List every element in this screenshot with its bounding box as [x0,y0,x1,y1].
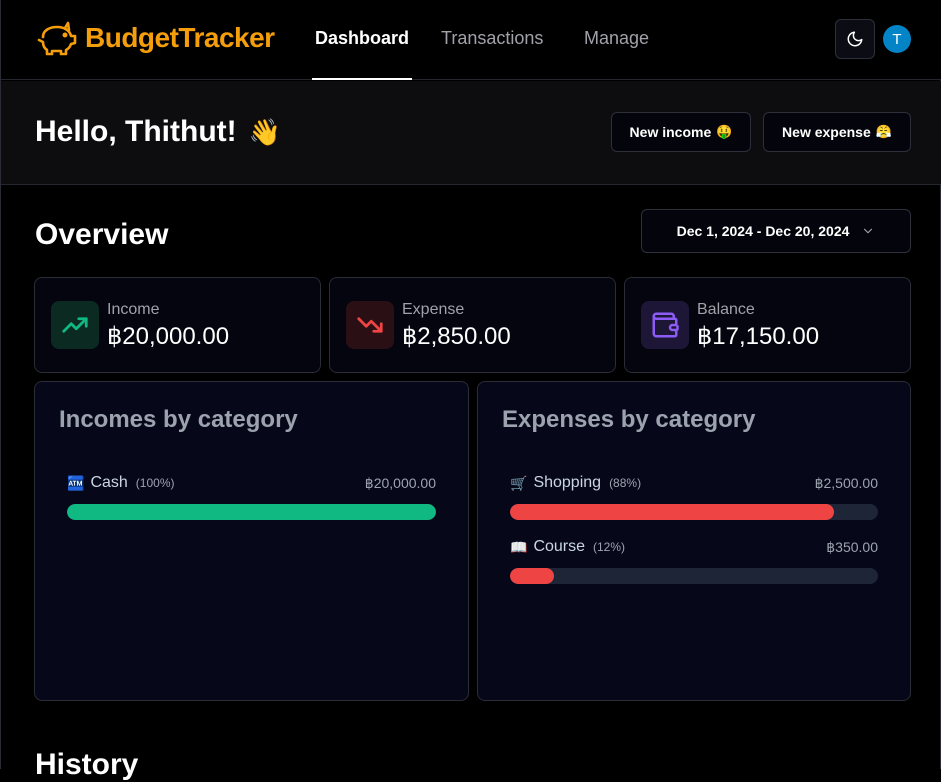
money-face-emoji: 🤑 [716,124,733,139]
atm-emoji: 🏧 [67,474,85,491]
income-category-row: 🏧 Cash (100%) ฿20,000.00 [67,472,436,522]
date-range-picker[interactable]: Dec 1, 2024 - Dec 20, 2024 [641,209,911,253]
incomes-by-category-title: Incomes by category [59,406,298,433]
expense-label: Expense [402,301,465,318]
date-range-text: Dec 1, 2024 - Dec 20, 2024 [676,223,850,239]
active-nav-indicator [312,78,412,80]
income-label: Income [107,301,160,318]
expense-icon-box [346,301,394,349]
category-name: 📖 Course (12%) [510,538,625,556]
category-progress-track [510,568,878,584]
wallet-icon [652,312,679,338]
incomes-by-category-card: Incomes by category 🏧 Cash (100%) ฿20,00… [34,381,469,701]
new-income-button[interactable]: New income 🤑 [611,112,751,152]
category-label: Course [533,538,586,555]
category-name: 🏧 Cash (100%) [67,474,174,492]
app-frame: BudgetTracker Dashboard Transactions Man… [0,0,941,781]
expenses-by-category-card: Expenses by category 🛒 Shopping (88%) ฿2… [477,381,911,701]
balance-icon-box [641,301,689,349]
category-progress-track [67,504,436,520]
overview-title: Overview [35,218,169,251]
nav-dashboard[interactable]: Dashboard [315,28,409,49]
piggy-bank-icon [37,21,77,56]
nav-manage[interactable]: Manage [584,28,649,49]
expense-category-row: 📖 Course (12%) ฿350.00 [510,536,878,586]
trending-up-icon [62,317,88,333]
expense-value: ฿2,850.00 [402,323,511,350]
income-value: ฿20,000.00 [107,323,230,350]
category-percent: (12%) [593,540,626,554]
waving-hand-emoji: 👋 [248,116,281,147]
balance-value: ฿17,150.00 [697,323,820,350]
greeting-text: Hello, Thithut! [35,115,237,148]
income-stat-card: Income ฿20,000.00 [34,277,321,373]
category-label: Shopping [533,474,602,491]
chevron-down-icon [864,228,873,234]
expense-category-row: 🛒 Shopping (88%) ฿2,500.00 [510,472,878,522]
category-progress-fill [510,504,834,520]
open-book-emoji: 📖 [510,538,528,555]
steam-face-emoji: 😤 [875,124,892,139]
balance-label: Balance [697,301,755,318]
category-progress-fill [67,504,436,520]
new-expense-button[interactable]: New expense 😤 [763,112,911,152]
top-navbar: BudgetTracker Dashboard Transactions Man… [1,0,941,80]
brand-logo[interactable]: BudgetTracker [35,20,275,56]
greeting-heading: Hello, Thithut! 👋 [35,115,281,149]
category-amount: ฿2,500.00 [814,474,878,491]
category-progress-track [510,504,878,520]
category-amount: ฿20,000.00 [364,474,436,491]
income-icon-box [51,301,99,349]
brand-name: BudgetTracker [85,22,275,53]
expenses-by-category-title: Expenses by category [502,406,756,433]
greeting-bar: Hello, Thithut! 👋 New income 🤑 New expen… [1,81,941,185]
user-avatar[interactable]: T [883,25,911,53]
category-progress-fill [510,568,555,584]
trending-down-icon [357,317,383,333]
category-label: Cash [90,474,128,491]
category-percent: (88%) [609,476,642,490]
category-amount: ฿350.00 [826,538,878,555]
nav-transactions[interactable]: Transactions [441,28,543,49]
new-expense-label: New expense [782,124,871,140]
moon-icon [847,31,863,47]
category-percent: (100%) [135,476,175,490]
theme-toggle-button[interactable] [835,19,875,59]
expense-stat-card: Expense ฿2,850.00 [329,277,616,373]
history-title: History [35,748,139,781]
shopping-cart-emoji: 🛒 [510,474,528,491]
category-name: 🛒 Shopping (88%) [510,474,641,492]
new-income-label: New income [629,124,712,140]
balance-stat-card: Balance ฿17,150.00 [624,277,911,373]
